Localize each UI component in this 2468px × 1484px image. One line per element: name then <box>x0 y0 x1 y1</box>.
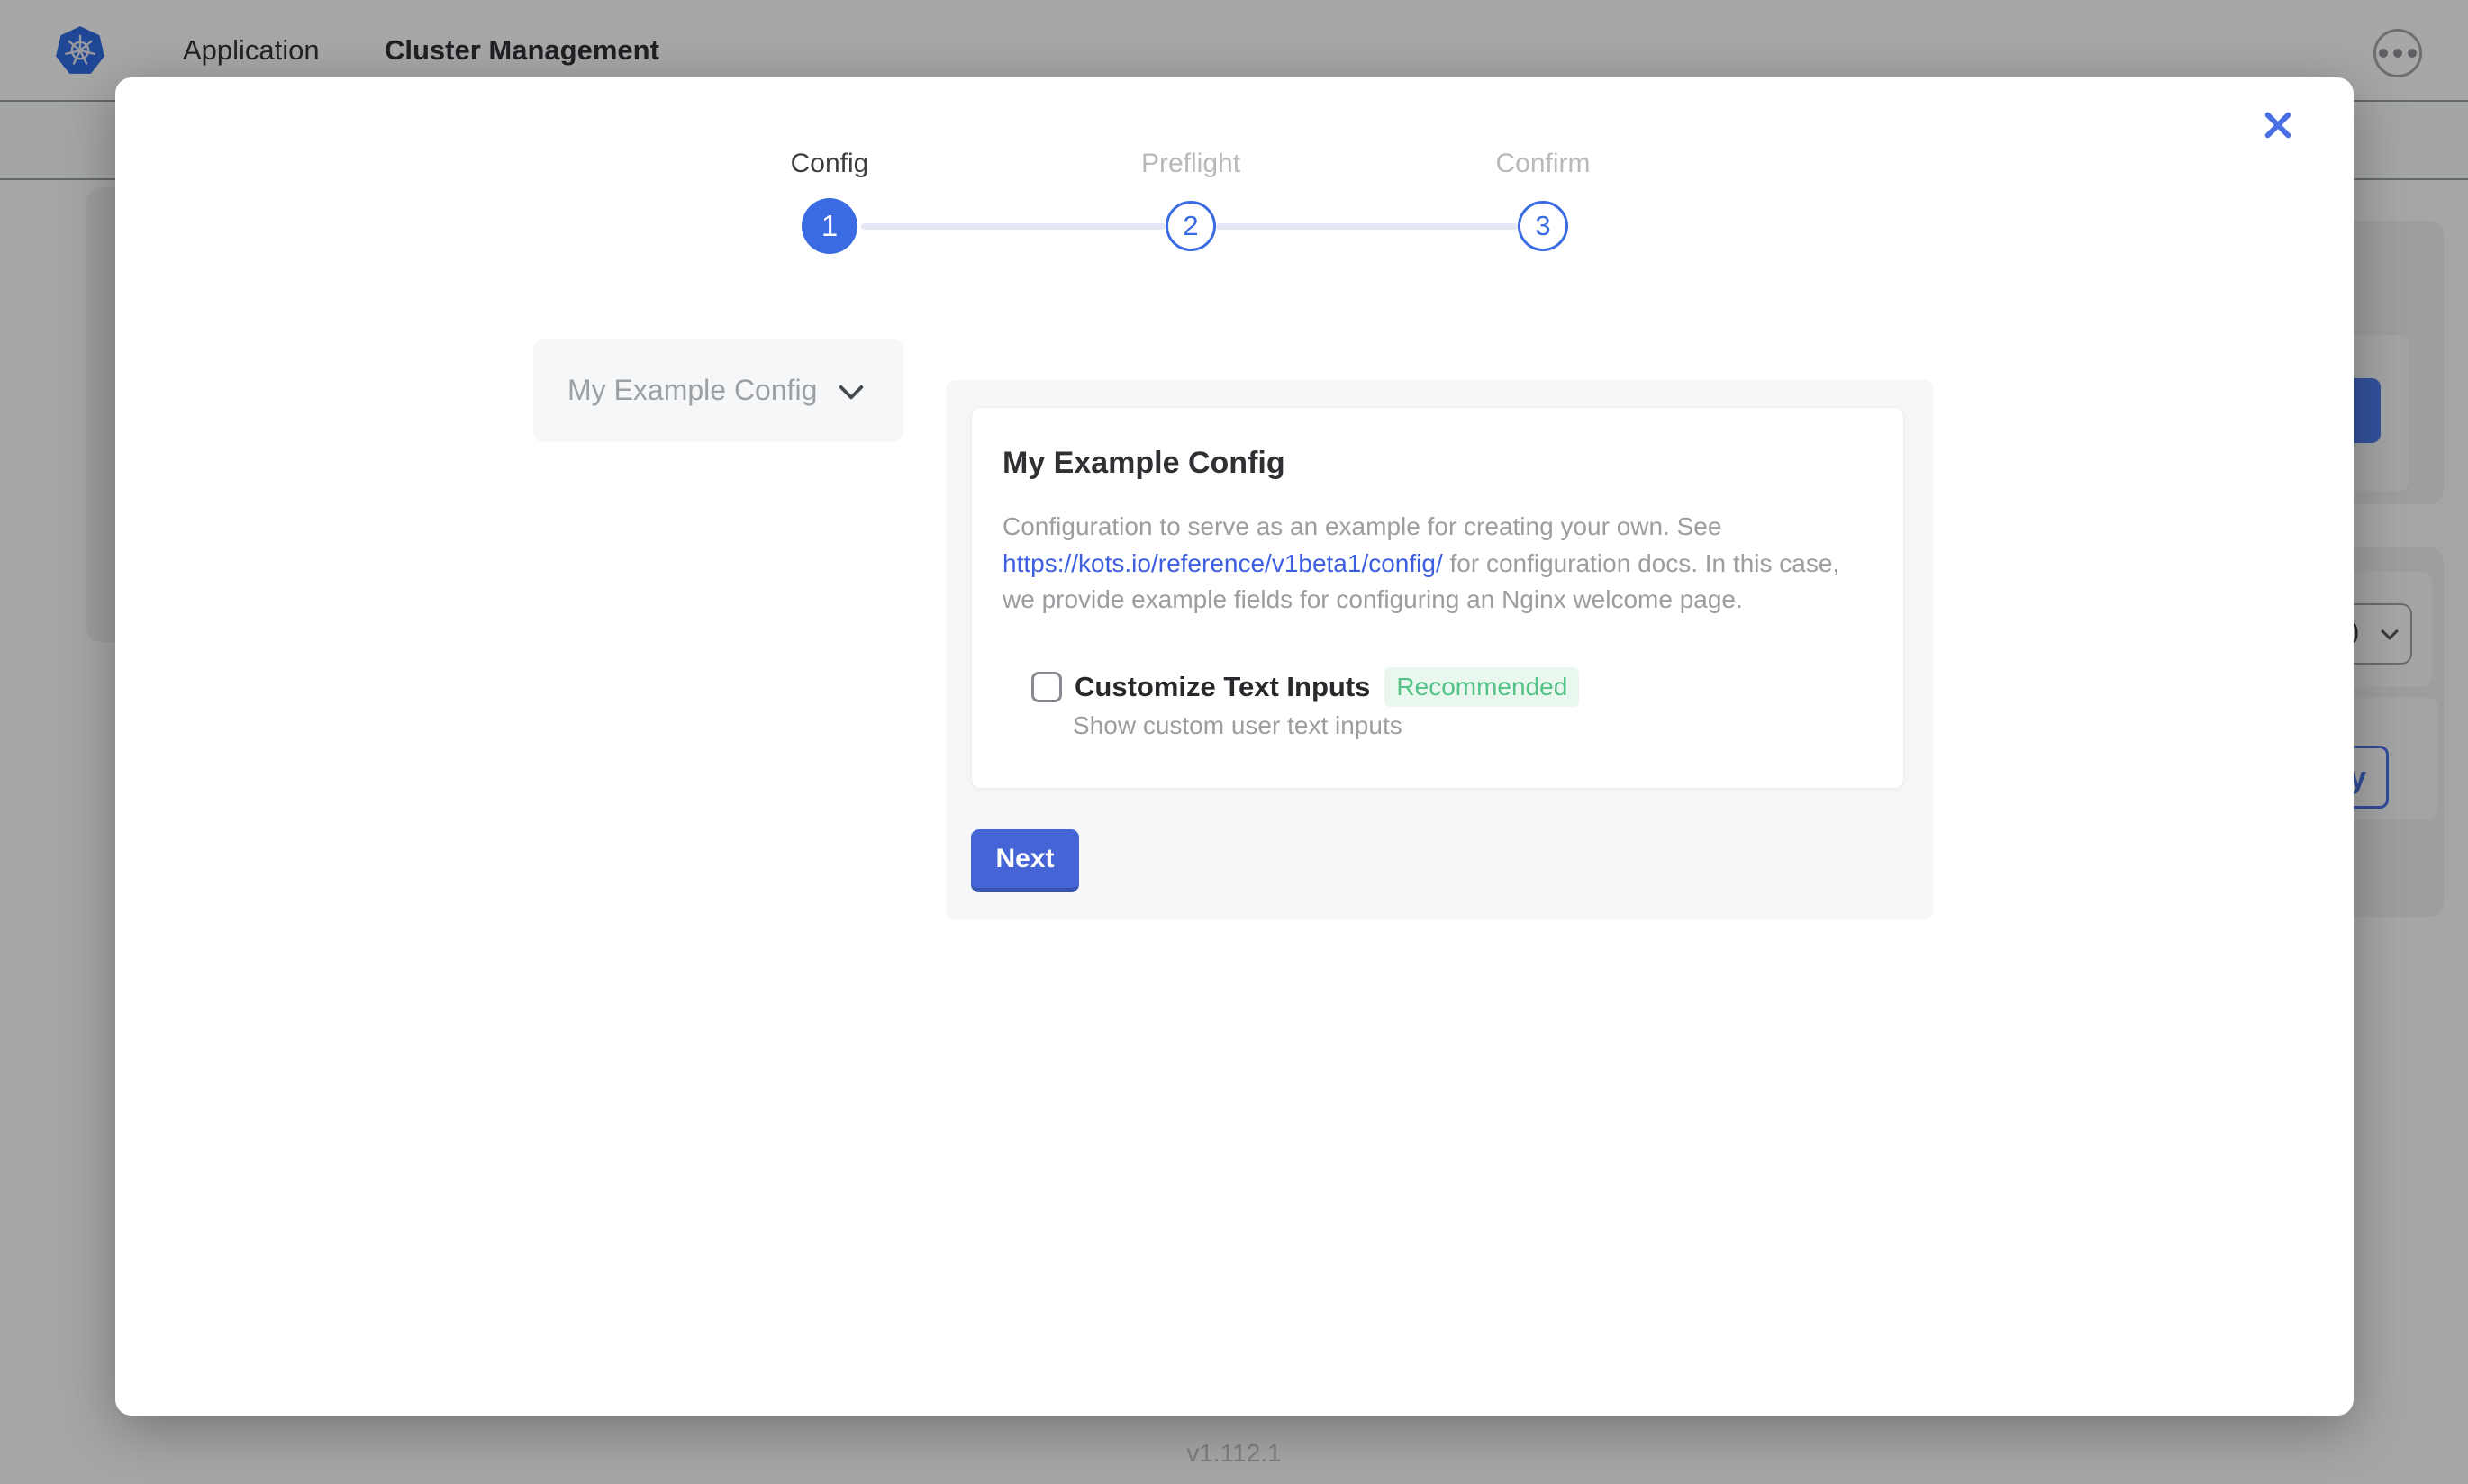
config-group-title: My Example Config <box>1003 446 1285 481</box>
config-docs-link[interactable]: https://kots.io/reference/v1beta1/config… <box>1003 549 1443 577</box>
screen: Application Cluster Management 0 y v1.11… <box>0 0 2468 1484</box>
recommended-badge: Recommended <box>1384 667 1579 707</box>
close-icon[interactable] <box>2252 99 2304 151</box>
chevron-down-icon <box>839 374 864 399</box>
config-group-dropdown[interactable]: My Example Config <box>533 339 903 442</box>
config-group-dropdown-label: My Example Config <box>567 374 817 407</box>
config-form-panel: My Example Config Configuration to serve… <box>946 380 1933 920</box>
next-button[interactable]: Next <box>971 829 1079 892</box>
customize-text-inputs-help: Show custom user text inputs <box>1073 711 1402 740</box>
step-label-config: Config <box>694 149 965 179</box>
step-circle-1: 1 <box>802 198 857 254</box>
customize-text-inputs-checkbox[interactable] <box>1031 672 1062 702</box>
config-wizard-modal: Config Preflight Confirm 1 2 3 My Exampl… <box>115 77 2354 1416</box>
step-connector-2 <box>1216 223 1518 230</box>
step-label-preflight: Preflight <box>1056 149 1326 179</box>
step-connector-1 <box>861 223 1166 230</box>
step-circle-3: 3 <box>1518 201 1568 251</box>
customize-text-inputs-label[interactable]: Customize Text Inputs <box>1075 671 1370 703</box>
customize-text-inputs-row: Customize Text Inputs Recommended <box>1031 667 1579 707</box>
description-text-before: Configuration to serve as an example for… <box>1003 512 1721 540</box>
step-circle-2: 2 <box>1166 201 1216 251</box>
config-group-card: My Example Config Configuration to serve… <box>971 407 1904 789</box>
step-label-confirm: Confirm <box>1408 149 1678 179</box>
config-group-description: Configuration to serve as an example for… <box>1003 509 1858 619</box>
